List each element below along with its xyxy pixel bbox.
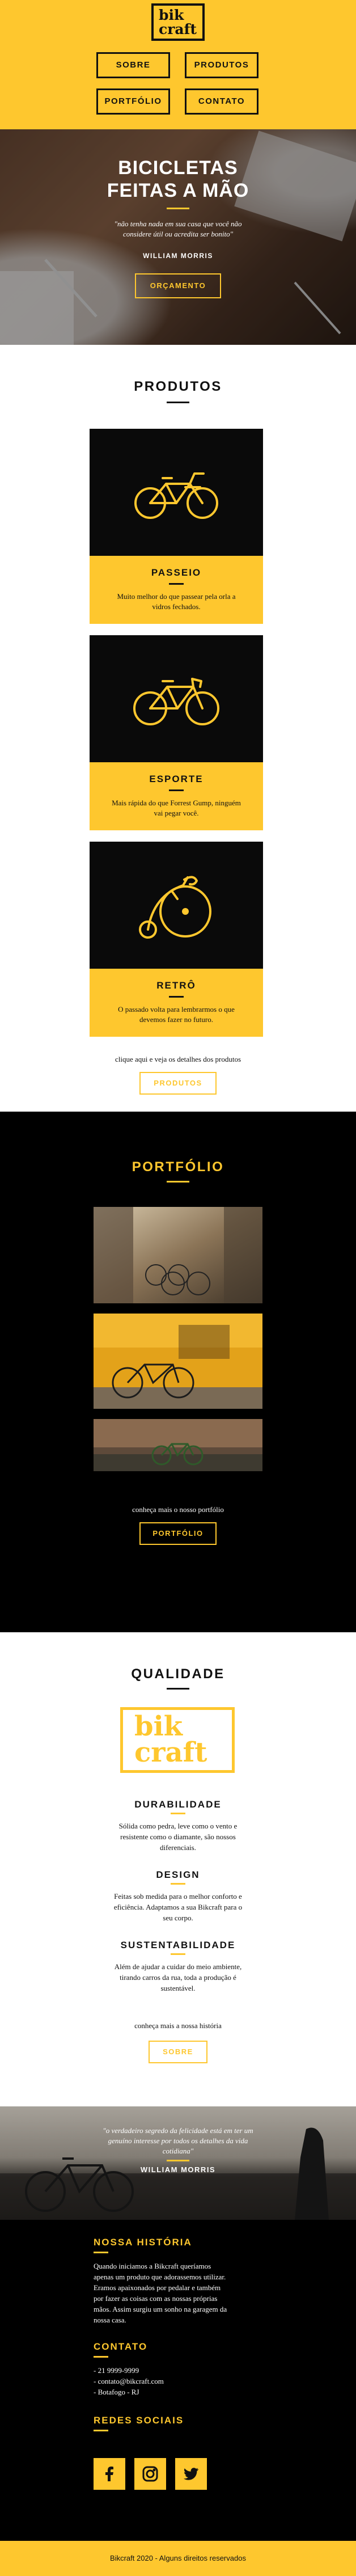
hero-title-line-2: FEITAS A MÃO (107, 180, 249, 201)
quality-divider (171, 1953, 185, 1955)
nav-sobre[interactable]: SOBRE (96, 52, 170, 78)
facebook-icon (105, 2467, 113, 2481)
produtos-divider (167, 402, 189, 403)
footer-divider (94, 2356, 108, 2358)
portfolio-image-street-bikes[interactable] (94, 1207, 262, 1303)
quality-title-design: DESIGN (156, 1869, 200, 1880)
portfolio-section: PORTFÓLIO conheça mais o nosso portfólio… (0, 1112, 356, 1632)
footer-history-text: Quando iniciamos a Bikcraft queríamos ap… (94, 2262, 227, 2324)
copyright-text: Bikcraft 2020 - Alguns direitos reservad… (110, 2554, 246, 2562)
product-image (90, 842, 263, 969)
site-footer: NOSSA HISTÓRIA Quando iniciamos a Bikcra… (0, 2220, 356, 2576)
portfolio-button[interactable]: PORTFÓLIO (139, 1522, 217, 1545)
produtos-button[interactable]: PRODUTOS (139, 1072, 217, 1095)
product-card-esporte[interactable]: ESPORTE Mais rápida do que Forrest Gump,… (90, 635, 263, 830)
portfolio-image-green-bike[interactable] (94, 1419, 262, 1471)
product-name: PASSEIO (151, 567, 202, 578)
copyright-bar: Bikcraft 2020 - Alguns direitos reservad… (0, 2541, 356, 2576)
twitter-link[interactable] (175, 2458, 207, 2490)
quality-desc-durabilidade: Sólida como pedra, leve como o vento e r… (118, 1822, 238, 1852)
product-desc: Muito melhor do que passear pela orla a … (117, 592, 236, 611)
hero: BICICLETAS FEITAS A MÃO "não tenha nada … (0, 129, 356, 345)
contact-phone[interactable]: - 21 9999-9999 (94, 2365, 230, 2376)
portfolio-more-text: conheça mais o nosso portfólio (132, 1505, 224, 1514)
product-image (90, 635, 263, 762)
quality-title-sustentabilidade: SUSTENTABILIDADE (120, 1940, 236, 1950)
penny-farthing-icon (139, 876, 211, 939)
hero-author: WILLIAM MORRIS (143, 252, 213, 260)
twitter-icon (184, 2468, 198, 2480)
qualidade-more-text: conheça mais a nossa história (134, 2021, 222, 2030)
product-info: PASSEIO Muito melhor do que passear pela… (90, 556, 263, 624)
product-card-retro[interactable]: RETRÔ O passado volta para lembrarmos o … (90, 842, 263, 1037)
qualidade-logo-line-1: bik (134, 1711, 183, 1742)
footer-divider (94, 2430, 108, 2431)
product-divider (169, 789, 184, 791)
portfolio-divider (167, 1181, 189, 1183)
nav-portfolio[interactable]: PORTFÓLIO (96, 88, 170, 115)
instagram-link[interactable] (134, 2458, 166, 2490)
footer-social-title: REDES SOCIAIS (94, 2415, 184, 2426)
nav-produtos[interactable]: PRODUTOS (185, 52, 258, 78)
footer-contact-title: CONTATO (94, 2341, 148, 2352)
hero-divider (167, 208, 189, 209)
product-info: ESPORTE Mais rápida do que Forrest Gump,… (90, 762, 263, 830)
product-desc: Mais rápida do que Forrest Gump, ninguém… (112, 799, 241, 817)
product-desc: O passado volta para lembrarmos o que de… (118, 1005, 235, 1024)
hero-title-line-1: BICICLETAS (118, 157, 238, 179)
product-name: RETRÔ (156, 980, 196, 991)
sobre-button[interactable]: SOBRE (149, 2041, 207, 2063)
quality-desc-sustentabilidade: Além de ajudar a cuidar do meio ambiente… (114, 1962, 242, 1992)
quote-band: "o verdadeiro segredo da felicidade está… (0, 2106, 356, 2220)
nav-contato[interactable]: CONTATO (185, 88, 258, 115)
contact-email[interactable]: - contato@bikcraft.com (94, 2376, 230, 2387)
qualidade-logo-line-2: craft (134, 1737, 207, 1768)
quality-divider (171, 1813, 185, 1814)
product-image (90, 429, 263, 556)
logo[interactable]: bik craft (151, 3, 205, 41)
green-bike-photo (94, 1419, 262, 1471)
product-card-passeio[interactable]: PASSEIO Muito melhor do que passear pela… (90, 429, 263, 624)
qualidade-section: QUALIDADE bik craft DURABILIDADE Sólida … (0, 1632, 356, 2106)
logo-line-2: craft (159, 21, 197, 37)
road-bike-icon (133, 678, 219, 725)
produtos-title: PRODUTOS (134, 379, 222, 394)
cruiser-bike-icon (134, 472, 218, 519)
facebook-link[interactable] (94, 2458, 125, 2490)
quality-divider (171, 1883, 185, 1885)
product-divider (169, 996, 184, 998)
hero-title: BICICLETAS FEITAS A MÃO (0, 157, 356, 202)
site-header: bik craft SOBRE PRODUTOS PORTFÓLIO CONTA… (0, 0, 356, 129)
quality-title-durabilidade: DURABILIDADE (134, 1799, 222, 1810)
product-info: RETRÔ O passado volta para lembrarmos o … (90, 969, 263, 1037)
logo-line-1: bik (159, 7, 184, 23)
footer-divider (94, 2252, 108, 2253)
band-overlay (0, 2106, 356, 2220)
main-nav: SOBRE PRODUTOS PORTFÓLIO CONTATO (96, 52, 260, 115)
band-quote: "o verdadeiro segredo da felicidade está… (103, 2126, 253, 2155)
qualidade-divider (167, 1688, 189, 1690)
orcamento-button[interactable]: ORÇAMENTO (135, 273, 221, 298)
quality-desc-design: Feitas sob medida para o melhor conforto… (113, 1892, 243, 1922)
band-divider (167, 2160, 189, 2161)
hero-quote: "não tenha nada em sua casa que você não… (114, 219, 242, 238)
footer-history-title: NOSSA HISTÓRIA (94, 2237, 192, 2248)
band-author: WILLIAM MORRIS (140, 2165, 216, 2174)
qualidade-logo: bik craft (120, 1707, 235, 1773)
produtos-section: PRODUTOS PASSEIO Muito melhor do que pas… (0, 345, 356, 1112)
qualidade-title: QUALIDADE (131, 1666, 225, 1682)
product-divider (169, 583, 184, 585)
street-photo (94, 1207, 262, 1303)
produtos-more-text: clique aqui e veja os detalhes dos produ… (115, 1055, 241, 1063)
portfolio-image-yellow-wall-bike[interactable] (94, 1314, 262, 1409)
portfolio-title: PORTFÓLIO (132, 1159, 224, 1175)
yellow-wall-photo (94, 1314, 262, 1409)
instagram-icon (142, 2466, 158, 2482)
contact-address: - Botafogo - RJ (94, 2388, 139, 2396)
product-name: ESPORTE (149, 774, 204, 784)
